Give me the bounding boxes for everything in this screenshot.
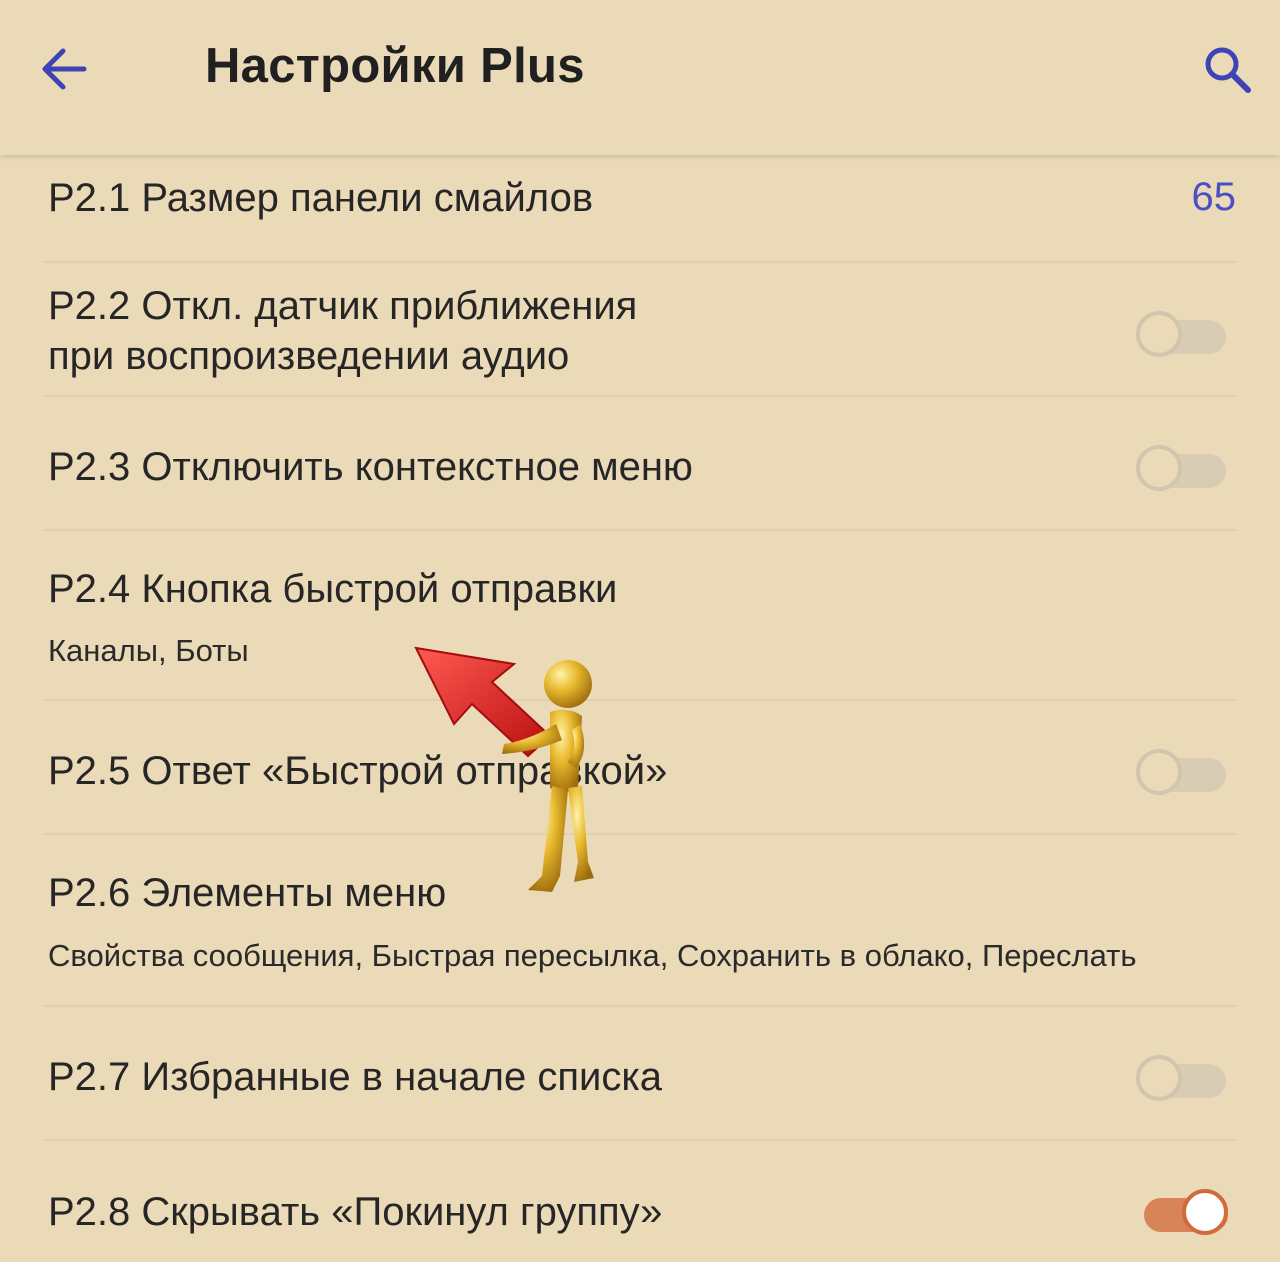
switch-thumb (1182, 1189, 1228, 1235)
setting-title: P2.3 Отключить контекстное меню (48, 445, 693, 489)
setting-title: P2.4 Кнопка быстрой отправки (48, 567, 618, 611)
settings-list: P2.1 Размер панели смайлов 65 P2.2 Откл.… (0, 155, 1280, 1262)
app-bar: Настройки Plus (0, 0, 1280, 155)
toggle-switch[interactable] (1136, 1185, 1228, 1235)
toggle-switch[interactable] (1136, 1051, 1228, 1101)
back-button[interactable] (30, 34, 100, 104)
page-title: Настройки Plus (205, 39, 585, 93)
setting-subtitle: Каналы, Боты (48, 633, 249, 668)
switch-thumb (1136, 749, 1182, 795)
setting-row-emoji-panel-size[interactable]: P2.1 Размер панели смайлов 65 (0, 155, 1280, 263)
gold-figure-with-arrow-image (414, 646, 594, 892)
toggle-switch[interactable] (1136, 745, 1228, 795)
switch-thumb (1136, 445, 1182, 491)
search-icon (1205, 47, 1251, 93)
toggle-switch[interactable] (1136, 441, 1228, 491)
setting-title: P2.7 Избранные в начале списка (48, 1055, 662, 1099)
setting-row-quick-send-button[interactable]: P2.4 Кнопка быстрой отправки Каналы, Бот… (0, 531, 1280, 701)
switch-thumb (1136, 311, 1182, 357)
setting-title: P2.1 Размер панели смайлов (48, 176, 594, 220)
setting-subtitle: Свойства сообщения, Быстрая пересылка, С… (48, 938, 1137, 973)
setting-row-disable-context-menu[interactable]: P2.3 Отключить контекстное меню (0, 397, 1280, 531)
setting-title-line-1: P2.2 Откл. датчик приближения (48, 284, 638, 328)
setting-title: P2.8 Скрывать «Покинул группу» (48, 1190, 663, 1234)
settings-screen: Настройки Plus P2.1 Размер панели смайло… (0, 0, 1280, 1262)
setting-title-line-2: при воспроизведении аудио (48, 334, 570, 378)
setting-value: 65 (1191, 175, 1237, 219)
arrow-left-icon (42, 48, 87, 90)
setting-row-quick-send-reply[interactable]: P2.5 Ответ «Быстрой отправкой» (0, 701, 1280, 835)
toggle-switch[interactable] (1136, 307, 1228, 357)
setting-row-menu-items[interactable]: P2.6 Элементы меню Свойства сообщения, Б… (0, 835, 1280, 1007)
switch-thumb (1136, 1055, 1182, 1101)
search-button[interactable] (1192, 34, 1262, 104)
setting-row-favorites-on-top[interactable]: P2.7 Избранные в начале списка (0, 1007, 1280, 1141)
setting-row-hide-left-group[interactable]: P2.8 Скрывать «Покинул группу» (0, 1141, 1280, 1262)
setting-row-proximity-sensor[interactable]: P2.2 Откл. датчик приближения при воспро… (0, 263, 1280, 397)
setting-title: P2.6 Элементы меню (48, 871, 447, 915)
